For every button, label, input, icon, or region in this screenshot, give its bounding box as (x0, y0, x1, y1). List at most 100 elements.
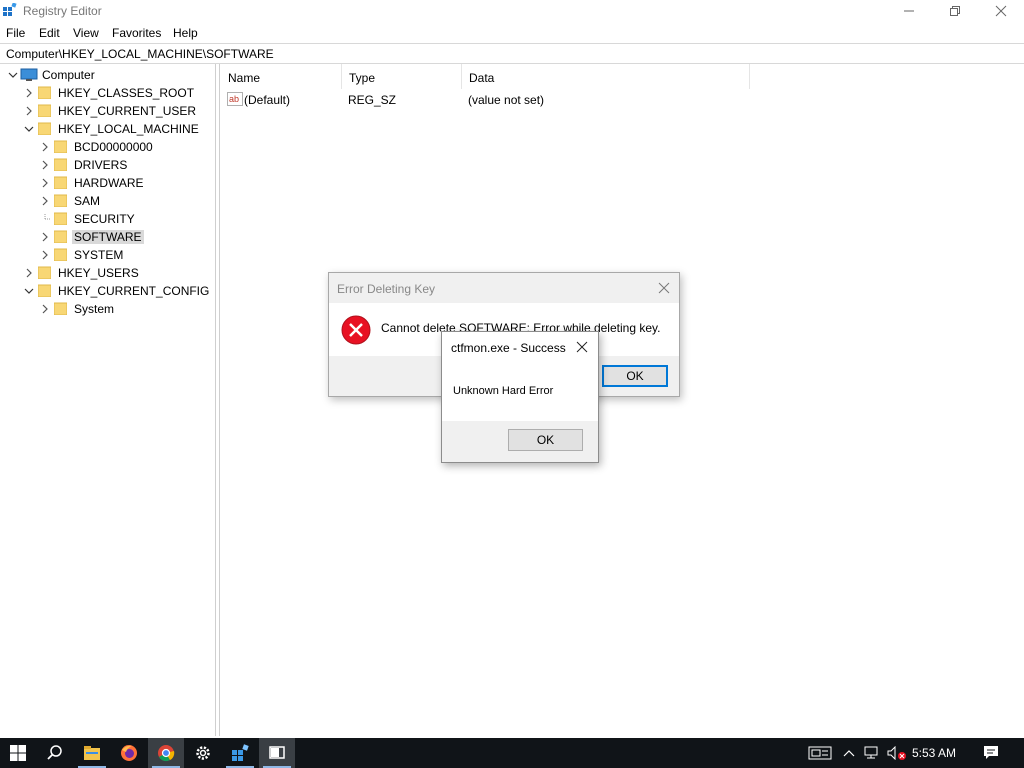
ok-button[interactable]: OK (602, 365, 668, 387)
column-header-type[interactable]: Type (342, 64, 462, 89)
tree-label: DRIVERS (74, 158, 128, 172)
start-icon (10, 745, 26, 761)
ok-button[interactable]: OK (508, 429, 583, 451)
tree-node-hkey-current-config[interactable]: HKEY_CURRENT_CONFIG (24, 282, 214, 300)
chevron-right-icon[interactable] (40, 178, 50, 188)
address-path[interactable]: Computer\HKEY_LOCAL_MACHINE\SOFTWARE (6, 47, 274, 61)
folder-icon (54, 176, 67, 189)
taskbar: 5:53 AM (0, 738, 1024, 768)
restore-button[interactable] (932, 0, 978, 22)
tree-node-hkey-classes-root[interactable]: HKEY_CLASSES_ROOT (24, 84, 214, 102)
tree-node-security[interactable]: SECURITY (40, 210, 210, 228)
chevron-down-icon[interactable] (24, 124, 34, 134)
folder-icon (54, 248, 67, 261)
tree-label: SECURITY (74, 212, 135, 226)
folder-icon (54, 302, 67, 315)
search-button[interactable] (37, 738, 73, 768)
folder-icon (38, 284, 51, 297)
notifications-icon[interactable] (983, 745, 999, 761)
folder-icon (54, 140, 67, 153)
menu-edit[interactable]: Edit (39, 26, 60, 40)
tree-label: System (74, 302, 115, 316)
tree-pane[interactable]: Computer HKEY_CLASSES_ROOT HKEY_CURRENT_… (0, 64, 216, 736)
folder-icon (38, 86, 51, 99)
minimize-button[interactable] (886, 0, 932, 22)
tree-node-computer[interactable]: Computer (8, 66, 208, 84)
close-icon[interactable] (575, 340, 589, 354)
chevron-right-icon[interactable] (40, 160, 50, 170)
tree-node-config-system[interactable]: System (40, 300, 210, 318)
chevron-down-icon[interactable] (8, 70, 18, 80)
minimize-icon (904, 10, 914, 12)
title-bar: Registry Editor (0, 0, 1024, 22)
tree-node-hardware[interactable]: HARDWARE (40, 174, 210, 192)
column-header-name[interactable]: Name (221, 64, 342, 89)
folder-icon (54, 158, 67, 171)
tree-node-hkey-current-user[interactable]: HKEY_CURRENT_USER (24, 102, 214, 120)
column-header-data[interactable]: Data (462, 64, 750, 89)
close-icon[interactable] (657, 281, 671, 295)
chevron-right-icon[interactable] (40, 232, 50, 242)
folder-icon (38, 266, 51, 279)
close-button[interactable] (978, 0, 1024, 22)
tree-node-hkey-users[interactable]: HKEY_USERS (24, 264, 214, 282)
tree-label: HKEY_CLASSES_ROOT (58, 86, 195, 100)
taskbar-file-explorer[interactable] (74, 738, 110, 768)
taskbar-clock[interactable]: 5:53 AM (912, 746, 956, 760)
tree-label: SOFTWARE (72, 230, 144, 244)
tree-node-drivers[interactable]: DRIVERS (40, 156, 210, 174)
tree-label: HARDWARE (74, 176, 144, 190)
tree-node-bcd[interactable]: BCD00000000 (40, 138, 210, 156)
chevron-down-icon[interactable] (24, 286, 34, 296)
list-item[interactable]: ab (Default) REG_SZ (value not set) (221, 91, 781, 109)
menu-favorites[interactable]: Favorites (112, 26, 161, 40)
menu-file[interactable]: File (6, 26, 25, 40)
chevron-right-icon[interactable] (24, 88, 34, 98)
tree-label: SAM (74, 194, 101, 208)
network-icon[interactable] (864, 746, 882, 760)
taskbar-window-app[interactable] (259, 738, 295, 768)
dialog-body: ctfmon.exe - Success Unknown Hard Error (442, 332, 598, 421)
tree-node-hkey-local-machine[interactable]: HKEY_LOCAL_MACHINE (24, 120, 214, 138)
tree-label: HKEY_USERS (58, 266, 139, 280)
volume-muted-icon[interactable] (887, 746, 907, 760)
tree-node-sam[interactable]: SAM (40, 192, 210, 210)
values-list[interactable]: Name Type Data ab (Default) REG_SZ (valu… (221, 64, 1024, 736)
chevron-up-icon[interactable] (843, 748, 855, 758)
chevron-right-icon[interactable] (40, 142, 50, 152)
input-indicator-icon[interactable] (808, 746, 832, 760)
dialog-title: Error Deleting Key (337, 282, 436, 296)
folder-icon (54, 194, 67, 207)
taskbar-registry-editor[interactable] (222, 738, 258, 768)
address-bar[interactable]: Computer\HKEY_LOCAL_MACHINE\SOFTWARE (0, 43, 1024, 64)
taskbar-settings[interactable] (185, 738, 221, 768)
ctfmon-success-dialog[interactable]: ctfmon.exe - Success Unknown Hard Error … (441, 331, 599, 463)
pane-splitter[interactable] (216, 64, 220, 736)
chevron-right-icon[interactable] (24, 106, 34, 116)
dialog-title: ctfmon.exe - Success (451, 341, 566, 355)
chevron-right-icon[interactable] (40, 304, 50, 314)
registry-editor-icon (3, 3, 17, 16)
tree-label: SYSTEM (74, 248, 124, 262)
folder-icon (38, 104, 51, 117)
chevron-right-icon[interactable] (40, 196, 50, 206)
string-value-icon: ab (227, 92, 243, 106)
file-explorer-icon (84, 746, 100, 760)
window-title: Registry Editor (23, 4, 102, 18)
search-icon (47, 745, 62, 760)
taskbar-chrome[interactable] (148, 738, 184, 768)
chevron-right-icon[interactable] (24, 268, 34, 278)
computer-icon (20, 68, 38, 81)
menu-view[interactable]: View (73, 26, 99, 40)
chevron-right-icon[interactable] (40, 250, 50, 260)
menu-help[interactable]: Help (173, 26, 198, 40)
taskbar-firefox[interactable] (111, 738, 147, 768)
start-button[interactable] (0, 738, 36, 768)
tree-node-software[interactable]: SOFTWARE (40, 228, 210, 246)
folder-icon (54, 212, 67, 225)
tree-node-system[interactable]: SYSTEM (40, 246, 210, 264)
value-name: (Default) (244, 93, 291, 107)
close-icon (995, 5, 1007, 17)
window-app-icon (269, 746, 285, 759)
tree-label: HKEY_LOCAL_MACHINE (58, 122, 199, 136)
